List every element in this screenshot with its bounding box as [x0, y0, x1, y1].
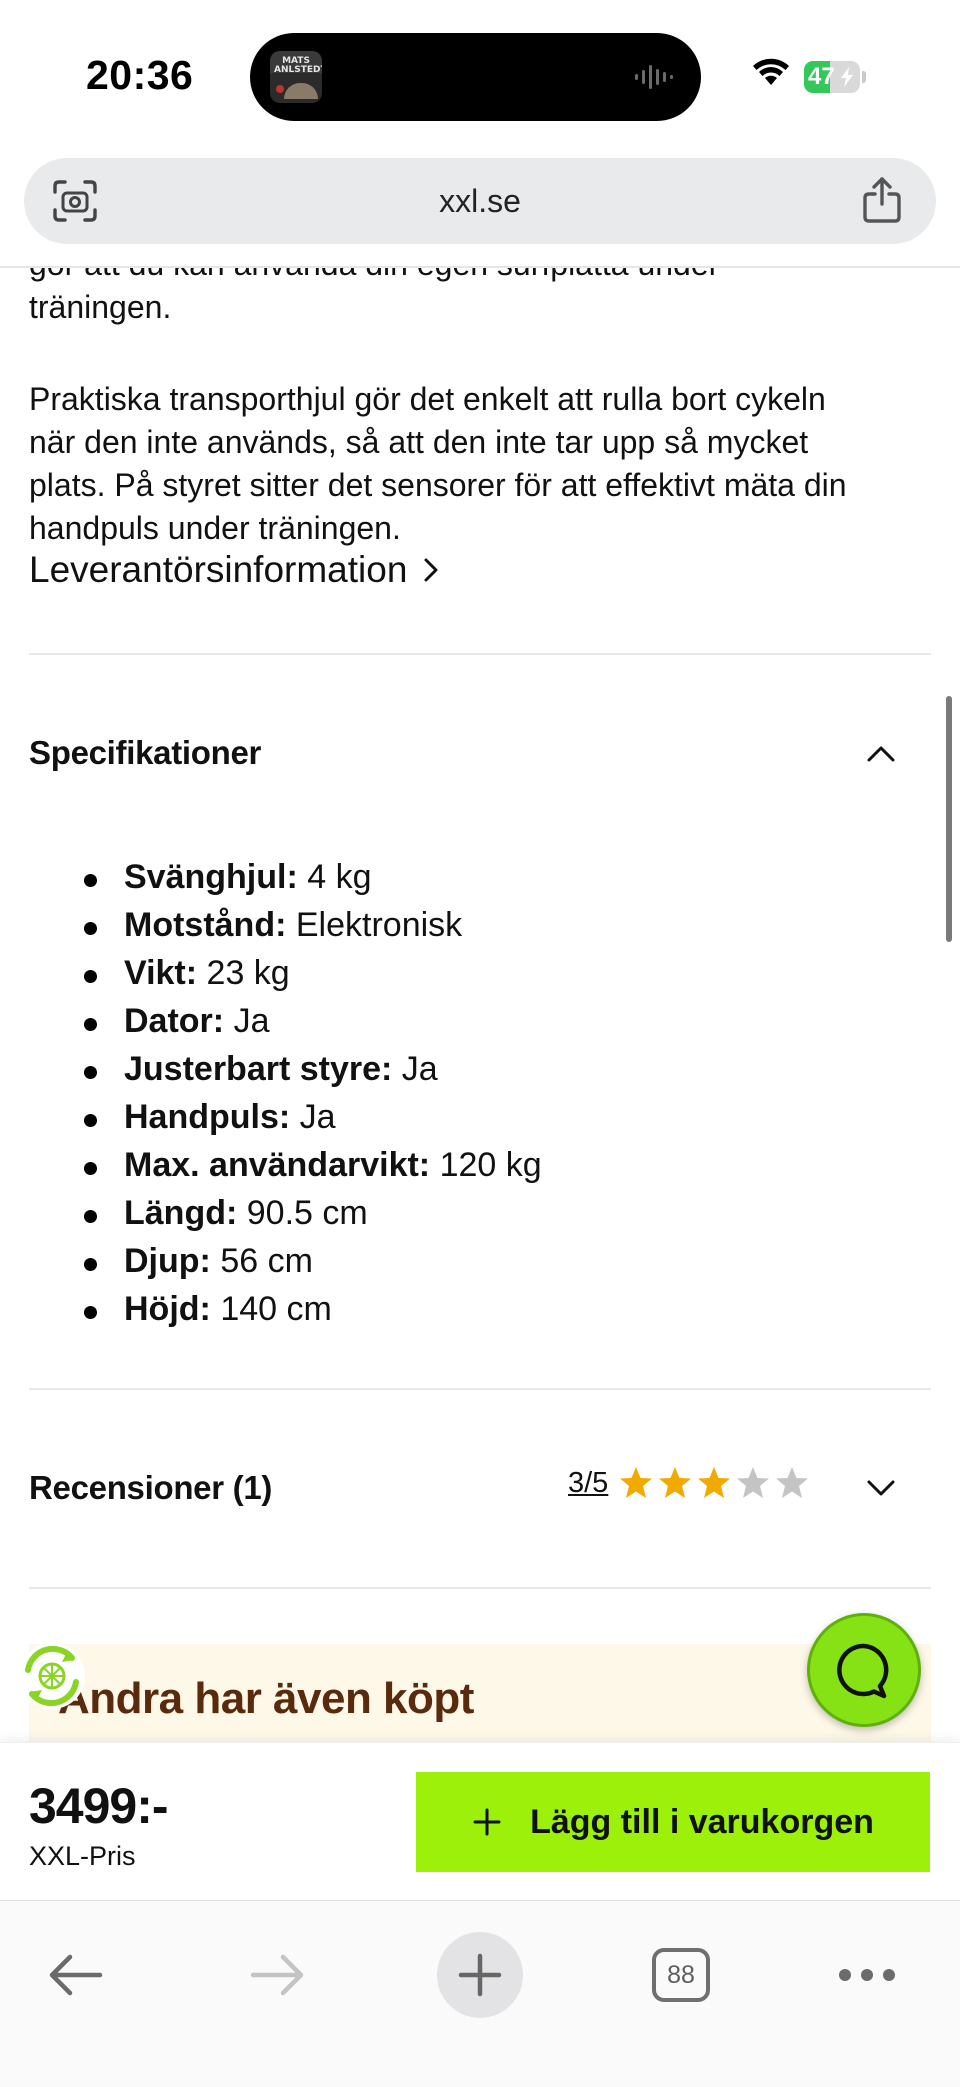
add-to-cart-label[interactable]: Lägg till i varukorgen [530, 1803, 874, 1842]
now-playing-artwork-text: MATS ANLSTEDT [274, 56, 322, 75]
bolt-icon [841, 67, 853, 87]
share-icon[interactable] [862, 176, 902, 224]
tabs-icon[interactable]: 88 [652, 1948, 710, 2002]
spec-value: 23 kg [206, 954, 290, 992]
chevron-up-icon[interactable] [866, 744, 896, 764]
spec-key: Svänghjul: [124, 858, 298, 896]
dynamic-island[interactable]: MATS ANLSTEDT [250, 33, 701, 121]
plus-icon [473, 1808, 501, 1836]
spec-value: 4 kg [307, 858, 372, 896]
spec-value: 56 cm [220, 1242, 313, 1280]
description-paragraph-2: Praktiska transporthjul gör det enkelt a… [29, 378, 939, 550]
spec-key: Längd: [124, 1194, 238, 1232]
description-line: när den inte används, så att den inte ta… [29, 424, 809, 460]
spec-value: Ja [299, 1098, 336, 1136]
star-icon [698, 1467, 731, 1498]
spec-item: Höjd: 140 cm [0, 1286, 960, 1334]
sticky-buy-bar: 3499:- XXL-Pris Lägg till i varukorgen [0, 1742, 960, 1900]
new-tab-button[interactable] [437, 1932, 523, 2018]
spec-item: Handpuls: Ja [0, 1094, 960, 1142]
wifi-icon [753, 58, 789, 85]
section-divider [29, 653, 931, 655]
spec-item: Dator: Ja [0, 998, 960, 1046]
description-line: handpuls under träningen. [29, 510, 401, 546]
spec-value: Elektronisk [295, 906, 463, 944]
page-scrollbar[interactable] [946, 696, 952, 942]
spec-key: Handpuls: [124, 1098, 291, 1136]
specifications-title[interactable]: Specifikationer [29, 734, 261, 772]
chevron-down-icon[interactable] [866, 1478, 896, 1498]
spec-key: Max. användarvikt: [124, 1146, 431, 1184]
spec-item: Svänghjul: 4 kg [0, 854, 960, 902]
spec-key: Motstånd: [124, 906, 287, 944]
spec-value: Ja [233, 1002, 270, 1040]
spec-item: Max. användarvikt: 120 kg [0, 1142, 960, 1190]
description-line: träningen. [29, 289, 172, 325]
spec-value: Ja [401, 1050, 438, 1088]
spec-item: Justerbart styre: Ja [0, 1046, 960, 1094]
now-playing-artwork: MATS ANLSTEDT [270, 51, 322, 103]
reviews-title[interactable]: Recensioner (1) [29, 1469, 272, 1507]
spec-key: Vikt: [124, 954, 198, 992]
spec-item: Vikt: 23 kg [0, 950, 960, 998]
forward-arrow-icon[interactable] [249, 1951, 307, 1999]
waveform-icon [635, 65, 673, 89]
more-dots-icon[interactable] [838, 1965, 896, 1985]
description-paragraph-1: gör att du kan använda din egen surfplat… [29, 268, 939, 329]
review-rating[interactable]: 3/5 [568, 1463, 813, 1503]
product-page-content[interactable]: gör att du kan använda din egen surfplat… [0, 268, 960, 1742]
chevron-right-icon [424, 558, 438, 582]
others-bought-title: Andra har även köpt [58, 1674, 474, 1723]
star-icon [737, 1467, 770, 1498]
spec-item: Motstånd: Elektronisk [0, 902, 960, 950]
spec-value: 90.5 cm [246, 1194, 368, 1232]
spec-value: 140 cm [220, 1290, 332, 1328]
supplier-info-label[interactable]: Leverantörsinformation [29, 549, 407, 591]
chat-icon [837, 1643, 889, 1699]
url-text[interactable]: xxl.se [24, 158, 936, 244]
review-score[interactable]: 3/5 [568, 1467, 608, 1500]
back-arrow-icon[interactable] [46, 1951, 104, 1999]
battery-charging-icon: 47 [804, 61, 866, 93]
spec-item: Djup: 56 cm [0, 1238, 960, 1286]
star-icon [659, 1467, 692, 1498]
status-bar: 20:36 MATS ANLSTEDT 47 [0, 0, 960, 150]
star-icon [776, 1467, 809, 1498]
spec-key: Justerbart styre: [124, 1050, 393, 1088]
spec-value: 120 kg [439, 1146, 542, 1184]
spec-key: Djup: [124, 1242, 211, 1280]
spec-key: Dator: [124, 1002, 225, 1040]
address-bar[interactable]: xxl.se [24, 158, 936, 244]
product-price: 3499:- [29, 1778, 169, 1834]
price-label: XXL-Pris [29, 1841, 136, 1871]
spec-item: Längd: 90.5 cm [0, 1190, 960, 1238]
supplier-info-link[interactable]: Leverantörsinformation [29, 549, 441, 591]
add-to-cart-button[interactable]: Lägg till i varukorgen [416, 1772, 930, 1872]
star-icon [620, 1467, 653, 1498]
browser-toolbar: 88 [0, 1900, 960, 2087]
description-line: plats. På styret sitter det sensorer för… [29, 467, 847, 503]
plus-icon [458, 1953, 502, 1997]
spec-key: Höjd: [124, 1290, 211, 1328]
description-line: gör att du kan använda din egen surfplat… [29, 268, 939, 286]
chat-button[interactable] [807, 1613, 921, 1727]
recycle-icon[interactable] [16, 1640, 88, 1712]
status-time: 20:36 [86, 52, 194, 98]
section-divider [29, 1388, 931, 1390]
description-line: Praktiska transporthjul gör det enkelt a… [29, 381, 826, 417]
section-divider [29, 1587, 931, 1589]
